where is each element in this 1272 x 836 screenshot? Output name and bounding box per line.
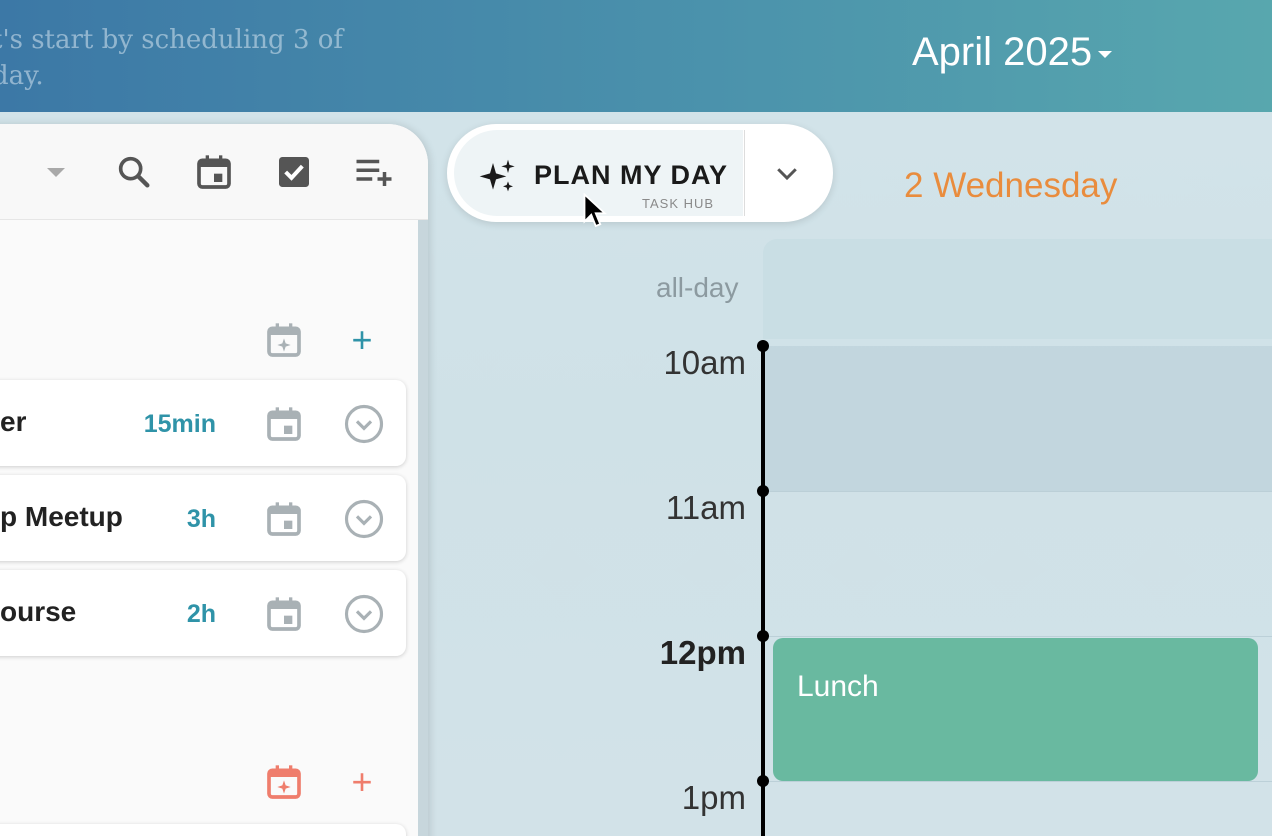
complete-task-button[interactable] [342, 402, 386, 446]
task-card[interactable]: p Meetup 3h [0, 475, 406, 561]
timeline-axis [761, 346, 765, 836]
task-title: er [0, 406, 27, 437]
calendar-icon [267, 502, 301, 536]
month-label: April 2025 [912, 29, 1093, 74]
task-card[interactable]: ourse 2h [0, 570, 406, 656]
plan-my-day-sublabel: TASK HUB [642, 196, 715, 211]
hour-label: 11am [665, 489, 746, 526]
hour-gridline [765, 636, 1272, 637]
completed-tasks-button[interactable] [270, 148, 318, 196]
playlist-add-icon [356, 159, 392, 186]
add-task-button[interactable]: + [340, 318, 384, 362]
hour-label-current: 12pm [659, 634, 746, 671]
calendar-star-icon [267, 323, 301, 357]
calendar-icon [267, 407, 301, 441]
chevron-down-icon [777, 168, 797, 181]
task-duration: 2h [186, 600, 216, 628]
schedule-task-button[interactable] [262, 592, 306, 636]
calendar-event[interactable]: Lunch [773, 638, 1258, 781]
complete-task-button[interactable] [342, 497, 386, 541]
calendar-icon [267, 597, 301, 631]
checkbox-icon [279, 157, 309, 187]
month-selector[interactable]: April 2025 [912, 28, 1113, 76]
task-card[interactable] [0, 824, 406, 836]
caret-down-icon [47, 167, 65, 177]
chevron-circle-icon [344, 594, 384, 634]
search-icon [118, 156, 150, 188]
hour-label: 1pm [681, 779, 746, 816]
panel-scrollbar[interactable] [418, 220, 428, 836]
sparkle-icon [479, 159, 515, 192]
all-day-label: all-day [656, 272, 739, 303]
task-card[interactable]: er 15min [0, 380, 406, 466]
task-title: p Meetup [0, 501, 123, 532]
hour-gridline [765, 781, 1272, 782]
mouse-cursor-icon [583, 193, 607, 228]
event-title: Lunch [797, 670, 879, 703]
timeline-tick [757, 485, 769, 497]
add-task-button[interactable]: + [340, 760, 384, 804]
timeline-tick [757, 340, 769, 352]
timeline-tick [757, 630, 769, 642]
schedule-task-button[interactable] [262, 402, 306, 446]
plan-my-day-label: PLAN MY DAY [534, 160, 729, 190]
chevron-circle-icon [344, 499, 384, 539]
timeline-tick [757, 775, 769, 787]
task-duration: 3h [186, 505, 216, 533]
schedule-task-button[interactable] [262, 497, 306, 541]
top-header: t's start by scheduling 3 of day. April … [0, 0, 1272, 112]
hour-gridline [765, 491, 1272, 492]
calendar-icon [197, 155, 231, 189]
past-time-shade [763, 346, 1272, 491]
calendar-star-icon [267, 765, 301, 799]
add-task-list-button[interactable] [350, 148, 398, 196]
task-title: ourse [0, 596, 77, 627]
chevron-circle-icon [344, 404, 384, 444]
schedule-section-button[interactable] [262, 760, 306, 804]
day-header[interactable]: 2 Wednesday [904, 166, 1117, 206]
plan-my-day-control: PLAN MY DAY TASK HUB [447, 124, 833, 222]
complete-task-button[interactable] [342, 592, 386, 636]
task-duration: 15min [143, 410, 216, 438]
calendar-view-button[interactable] [190, 148, 238, 196]
filter-dropdown-caret[interactable] [36, 148, 76, 196]
divider [744, 130, 745, 216]
caret-down-icon [1098, 50, 1113, 58]
hour-label: 10am [663, 344, 746, 381]
schedule-section-button[interactable] [262, 318, 306, 362]
onboarding-message: t's start by scheduling 3 of day. [0, 25, 344, 91]
all-day-slot[interactable] [763, 239, 1272, 339]
plan-options-dropdown[interactable] [747, 130, 827, 216]
search-button[interactable] [110, 148, 158, 196]
